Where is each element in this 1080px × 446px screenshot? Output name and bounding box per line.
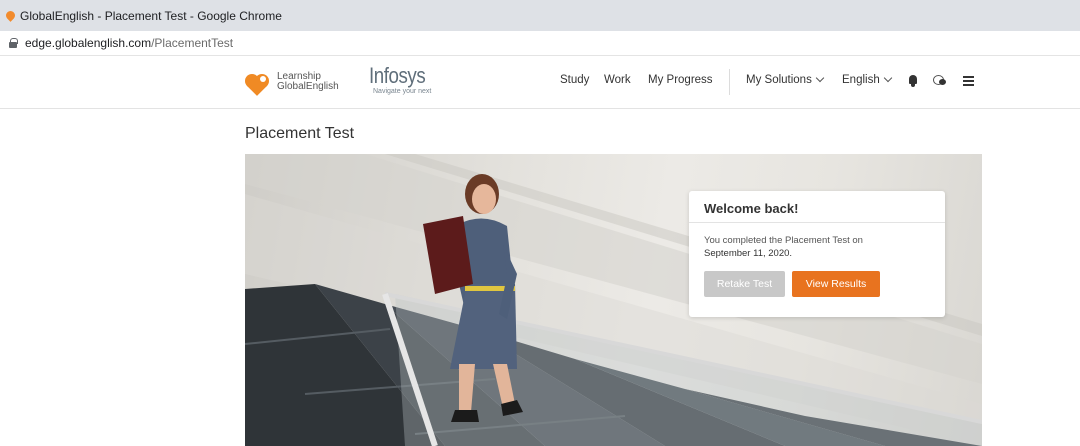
nav-work[interactable]: Work xyxy=(604,74,631,86)
browser-title-bar: GlobalEnglish - Placement Test - Google … xyxy=(0,0,1080,31)
learnship-logo-text: Learnship GlobalEnglish xyxy=(277,72,339,92)
card-buttons: Retake Test View Results xyxy=(704,271,880,297)
infosys-tagline: Navigate your next xyxy=(373,88,432,95)
heart-logo-icon xyxy=(245,71,271,96)
site-favicon-icon xyxy=(6,10,15,22)
menu-icon[interactable] xyxy=(963,76,974,86)
nav-my-solutions-dropdown[interactable]: My Solutions xyxy=(746,73,825,86)
welcome-back-card: Welcome back! You completed the Placemen… xyxy=(689,191,945,317)
logo-line-2: GlobalEnglish xyxy=(277,81,339,92)
url-host[interactable]: edge.globalenglish.com xyxy=(25,36,151,50)
chevron-down-icon xyxy=(883,73,892,83)
completion-date: September 11, 2020. xyxy=(704,248,793,259)
card-heading: Welcome back! xyxy=(689,191,945,223)
nav-my-progress[interactable]: My Progress xyxy=(648,74,713,86)
page-title: Placement Test xyxy=(245,125,355,142)
site-header: Learnship GlobalEnglish Infosys Navigate… xyxy=(0,57,1080,109)
nav-study[interactable]: Study xyxy=(560,74,589,86)
learnship-logo[interactable]: Learnship GlobalEnglish xyxy=(245,71,339,96)
nav-divider xyxy=(729,69,730,95)
address-bar[interactable]: edge.globalenglish.com/PlacementTest xyxy=(0,31,1080,56)
card-message-text: You completed the Placement Test on xyxy=(704,235,863,246)
chat-icon[interactable] xyxy=(933,75,947,87)
card-message: You completed the Placement Test on Sept… xyxy=(689,223,945,260)
bell-icon[interactable] xyxy=(908,75,918,87)
url-path[interactable]: /PlacementTest xyxy=(151,36,233,50)
language-label: English xyxy=(842,74,880,86)
infosys-logo[interactable]: Infosys Navigate your next xyxy=(369,63,435,96)
lock-icon[interactable] xyxy=(9,38,18,48)
nav-my-solutions-label: My Solutions xyxy=(746,74,812,86)
infosys-wordmark: Infosys xyxy=(369,63,426,88)
chevron-down-icon xyxy=(815,73,825,83)
window-title: GlobalEnglish - Placement Test - Google … xyxy=(20,8,282,23)
retake-test-button[interactable]: Retake Test xyxy=(704,271,785,297)
language-dropdown[interactable]: English xyxy=(842,73,892,86)
view-results-button[interactable]: View Results xyxy=(792,271,880,297)
